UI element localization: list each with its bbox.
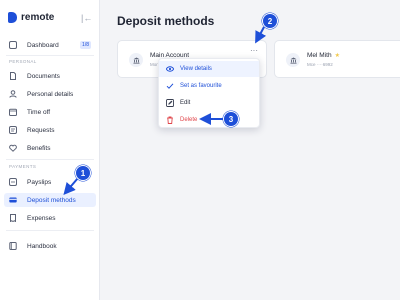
more-options-button[interactable]: ··· [248, 47, 260, 56]
progress-badge: 1/8 [80, 41, 91, 49]
sidebar-item-time-off[interactable]: Time off [4, 105, 96, 119]
sidebar-item-label: Payslips [27, 178, 52, 186]
sidebar-item-label: Time off [27, 108, 51, 116]
sidebar-item-documents[interactable]: Documents [4, 69, 96, 83]
divider [6, 230, 94, 231]
deposit-card[interactable]: Mel Mith ★ Mce ····6992 [274, 40, 400, 78]
menu-item-delete[interactable]: Delete [159, 112, 259, 128]
menu-item-label: Edit [180, 100, 191, 106]
sidebar-item-label: Expenses [27, 214, 56, 222]
sidebar-item-label: Requests [27, 126, 55, 134]
arrow-step-2 [255, 26, 267, 44]
eye-icon [166, 66, 174, 72]
user-icon [9, 90, 17, 98]
menu-item-view-details[interactable]: View details [159, 61, 259, 77]
brand-name: remote [21, 12, 55, 23]
sidebar-item-label: Documents [27, 72, 60, 80]
menu-item-label: Set as favourite [180, 83, 222, 89]
section-label-personal: PERSONAL [9, 59, 37, 64]
menu-item-label: Delete [180, 117, 198, 123]
menu-item-set-favourite[interactable]: Set as favourite [159, 78, 259, 94]
menu-item-edit[interactable]: Edit [159, 95, 259, 111]
bank-card-icon [9, 197, 17, 203]
collapse-sidebar-icon[interactable]: |← [81, 13, 92, 23]
payslip-icon [9, 178, 17, 186]
calendar-icon [9, 108, 17, 116]
sidebar-item-expenses[interactable]: Expenses [4, 211, 96, 225]
sidebar-item-dashboard[interactable]: Dashboard 1/8 [4, 38, 96, 52]
logo[interactable]: remote [8, 12, 54, 23]
star-icon: ★ [334, 53, 340, 59]
dashboard-icon [9, 41, 17, 49]
sidebar-item-benefits[interactable]: Benefits [4, 141, 96, 155]
menu-item-label: View details [180, 66, 212, 72]
account-name: Mel Mith ★ [307, 52, 340, 59]
section-label-payments: PAYMENTS [9, 164, 37, 169]
page-title: Deposit methods [117, 14, 215, 28]
divider [6, 55, 94, 56]
sidebar-item-handbook[interactable]: Handbook [4, 239, 96, 253]
sidebar-item-deposit-methods[interactable]: Deposit methods [4, 193, 96, 207]
divider [6, 159, 94, 160]
edit-icon [166, 99, 174, 107]
step-marker-2: 2 [262, 13, 278, 29]
step-marker-3: 3 [223, 111, 239, 127]
sidebar-item-label: Handbook [27, 242, 57, 250]
sidebar: remote |← Dashboard 1/8 PERSONAL Documen… [0, 0, 100, 300]
card-actions-menu: View details Set as favourite Edit Delet… [158, 58, 260, 128]
sidebar-item-label: Personal details [27, 90, 74, 98]
sidebar-item-personal-details[interactable]: Personal details [4, 87, 96, 101]
step-marker-1: 1 [75, 165, 91, 181]
book-icon [9, 242, 17, 250]
sidebar-item-label: Dashboard [27, 41, 59, 49]
sidebar-item-label: Deposit methods [27, 196, 76, 204]
bank-icon [129, 53, 143, 67]
document-icon [10, 72, 16, 80]
benefits-icon [9, 144, 17, 152]
account-detail: Mce ····6992 [307, 62, 333, 67]
requests-icon [9, 126, 17, 134]
check-icon [166, 83, 174, 89]
bank-icon [286, 53, 300, 67]
sidebar-item-requests[interactable]: Requests [4, 123, 96, 137]
receipt-icon [10, 214, 16, 222]
logo-mark-icon [8, 12, 17, 23]
sidebar-item-label: Benefits [27, 144, 51, 152]
trash-icon [167, 116, 173, 124]
